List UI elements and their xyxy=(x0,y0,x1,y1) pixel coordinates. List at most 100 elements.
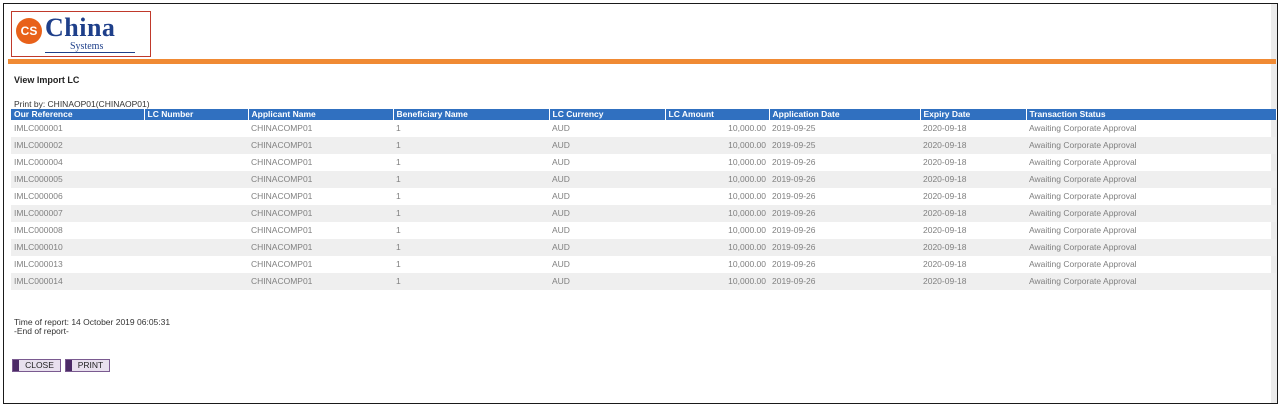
cell-expiry-date: 2020-09-18 xyxy=(920,239,1026,256)
cell-expiry-date: 2020-09-18 xyxy=(920,273,1026,290)
cell-beneficiary-name: 1 xyxy=(393,205,549,222)
cell-expiry-date: 2020-09-18 xyxy=(923,191,967,201)
cell-application-date: 2019-09-26 xyxy=(769,205,920,222)
cell-lc-currency: AUD xyxy=(549,137,665,154)
cell-lc-number xyxy=(144,171,248,188)
cell-beneficiary-name: 1 xyxy=(396,259,401,269)
cell-applicant-name: CHINACOMP01 xyxy=(248,239,393,256)
cell-beneficiary-name: 1 xyxy=(393,171,549,188)
cell-lc-currency: AUD xyxy=(552,157,570,167)
cell-applicant-name: CHINACOMP01 xyxy=(251,123,313,133)
report-window: CS China Systems View Import LC Print by… xyxy=(3,3,1278,404)
cell-beneficiary-name: 1 xyxy=(396,225,401,235)
table-row: IMLC000004 CHINACOMP01 1 AUD 10,000.00 2019-0… xyxy=(11,154,1276,171)
table-row: IMLC000008 CHINACOMP01 1 AUD 10,000.00 2019-0… xyxy=(11,222,1276,239)
import-lc-table: Our Reference LC Number Applicant Name Bene… xyxy=(11,109,1277,290)
cell-transaction-status: Awaiting Corporate Approval xyxy=(1026,239,1276,256)
cell-expiry-date: 2020-09-18 xyxy=(923,157,967,167)
cell-applicant-name: CHINACOMP01 xyxy=(248,205,393,222)
cell-transaction-status: Awaiting Corporate Approval xyxy=(1029,259,1137,269)
button-marker-icon xyxy=(13,360,19,371)
cell-expiry-date: 2020-09-18 xyxy=(923,259,967,269)
cell-applicant-name: CHINACOMP01 xyxy=(251,157,313,167)
cell-transaction-status: Awaiting Corporate Approval xyxy=(1026,171,1276,188)
cell-lc-number xyxy=(144,188,248,205)
close-button[interactable]: CLOSE xyxy=(12,359,61,372)
cell-lc-amount: 10,000.00 xyxy=(665,171,769,188)
cell-transaction-status: Awaiting Corporate Approval xyxy=(1029,157,1137,167)
cell-lc-number xyxy=(144,205,248,222)
cell-beneficiary-name: 1 xyxy=(396,191,401,201)
cell-lc-amount: 10,000.00 xyxy=(728,191,766,201)
header-divider xyxy=(8,59,1276,64)
cell-beneficiary-name: 1 xyxy=(396,157,401,167)
cell-transaction-status: Awaiting Corporate Approval xyxy=(1026,205,1276,222)
cell-beneficiary-name: 1 xyxy=(393,239,549,256)
table-row: IMLC000002 CHINACOMP01 1 AUD 10,000.00 2019-0… xyxy=(11,137,1276,154)
cell-our-reference: IMLC000008 xyxy=(14,225,63,235)
column-header-lc-currency: LC Currency xyxy=(549,109,666,120)
cell-beneficiary-name: 1 xyxy=(393,137,549,154)
logo-underline xyxy=(45,52,135,53)
cell-expiry-date: 2020-09-18 xyxy=(923,225,967,235)
cell-lc-currency: AUD xyxy=(552,259,570,269)
column-header-expiry-date: Expiry Date xyxy=(920,109,1027,120)
end-of-report: -End of report- xyxy=(14,326,69,336)
cell-lc-currency: AUD xyxy=(549,273,665,290)
cell-lc-number xyxy=(144,154,248,171)
cell-our-reference: IMLC000005 xyxy=(11,171,144,188)
cell-applicant-name: CHINACOMP01 xyxy=(248,137,393,154)
cell-lc-number xyxy=(144,256,248,273)
cell-application-date: 2019-09-26 xyxy=(772,225,816,235)
cell-our-reference: IMLC000007 xyxy=(11,205,144,222)
table-row: IMLC000006 CHINACOMP01 1 AUD 10,000.00 2019-0… xyxy=(11,188,1276,205)
cell-transaction-status: Awaiting Corporate Approval xyxy=(1029,191,1137,201)
cell-our-reference: IMLC000010 xyxy=(11,239,144,256)
cell-lc-amount: 10,000.00 xyxy=(728,225,766,235)
cell-transaction-status: Awaiting Corporate Approval xyxy=(1026,137,1276,154)
cell-application-date: 2019-09-25 xyxy=(769,137,920,154)
print-button-label: PRINT xyxy=(77,360,104,370)
cell-lc-amount: 10,000.00 xyxy=(728,259,766,269)
cell-lc-amount: 10,000.00 xyxy=(665,273,769,290)
close-button-label: CLOSE xyxy=(25,360,54,370)
cell-application-date: 2019-09-26 xyxy=(769,171,920,188)
cell-our-reference: IMLC000001 xyxy=(14,123,63,133)
cell-lc-currency: AUD xyxy=(552,225,570,235)
table-body: IMLC000001 CHINACOMP01 1 AUD 10,000.00 2019-0… xyxy=(11,120,1276,290)
cell-beneficiary-name: 1 xyxy=(393,273,549,290)
column-header-lc-amount: LC Amount xyxy=(665,109,770,120)
cell-application-date: 2019-09-26 xyxy=(769,273,920,290)
column-header-transaction-status: Transaction Status xyxy=(1026,109,1277,120)
cell-lc-number xyxy=(144,222,248,239)
cell-lc-number xyxy=(144,273,248,290)
column-header-our-reference: Our Reference xyxy=(11,109,145,120)
print-button[interactable]: PRINT xyxy=(65,359,110,372)
cell-lc-number xyxy=(144,239,248,256)
cell-lc-currency: AUD xyxy=(549,171,665,188)
button-marker-icon xyxy=(66,360,72,371)
cell-application-date: 2019-09-26 xyxy=(772,157,816,167)
cell-our-reference: IMLC000006 xyxy=(14,191,63,201)
cell-lc-currency: AUD xyxy=(552,191,570,201)
print-by-label: Print by: CHINAOP01(CHINAOP01) xyxy=(14,99,150,109)
cell-expiry-date: 2020-09-18 xyxy=(920,171,1026,188)
cell-applicant-name: CHINACOMP01 xyxy=(251,259,313,269)
cell-beneficiary-name: 1 xyxy=(396,123,401,133)
cell-lc-amount: 10,000.00 xyxy=(728,157,766,167)
cell-application-date: 2019-09-25 xyxy=(772,123,816,133)
cell-transaction-status: Awaiting Corporate Approval xyxy=(1029,225,1137,235)
cell-lc-amount: 10,000.00 xyxy=(665,137,769,154)
column-header-applicant-name: Applicant Name xyxy=(248,109,394,120)
cell-lc-currency: AUD xyxy=(549,205,665,222)
cell-applicant-name: CHINACOMP01 xyxy=(248,273,393,290)
company-logo: CS China Systems xyxy=(11,11,151,57)
column-header-lc-number: LC Number xyxy=(144,109,249,120)
cell-lc-amount: 10,000.00 xyxy=(728,123,766,133)
cell-our-reference: IMLC000004 xyxy=(14,157,63,167)
cell-our-reference: IMLC000002 xyxy=(11,137,144,154)
cell-our-reference: IMLC000013 xyxy=(14,259,63,269)
cell-transaction-status: Awaiting Corporate Approval xyxy=(1029,123,1137,133)
cs-logo-icon: CS xyxy=(16,18,42,44)
cell-applicant-name: CHINACOMP01 xyxy=(251,225,313,235)
